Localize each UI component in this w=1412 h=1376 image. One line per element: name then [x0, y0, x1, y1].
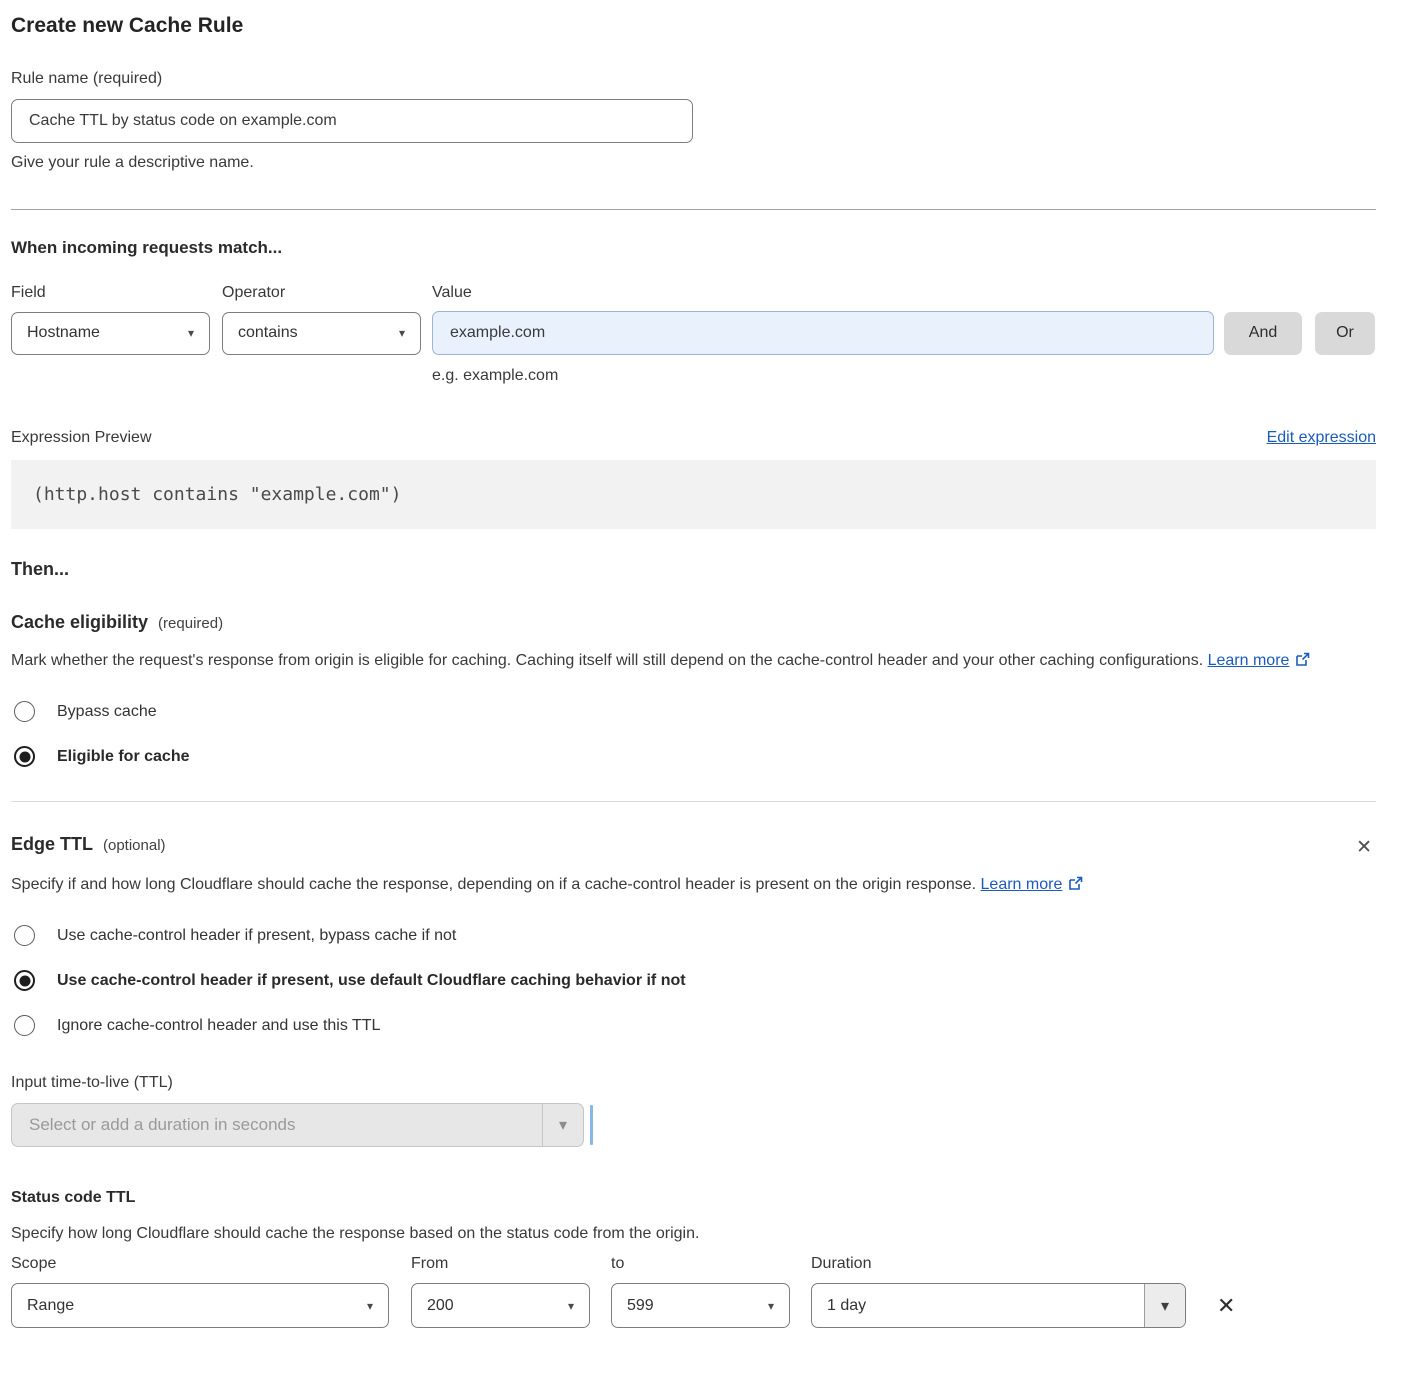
chevron-down-icon: ▾ [399, 327, 405, 339]
chevron-down-icon: ▾ [367, 1300, 373, 1312]
ttl-input-label: Input time-to-live (TTL) [11, 1074, 1376, 1092]
radio-ignore-header[interactable]: Ignore cache-control header and use this… [11, 1015, 1376, 1036]
page-title: Create new Cache Rule [11, 14, 1376, 38]
expression-preview-label: Expression Preview [11, 429, 152, 447]
then-heading: Then... [11, 559, 1376, 580]
operator-select[interactable]: contains ▾ [222, 312, 421, 355]
field-select[interactable]: Hostname ▾ [11, 312, 210, 355]
cache-eligibility-description: Mark whether the request's response from… [11, 647, 1351, 677]
chevron-down-icon: ▾ [542, 1104, 583, 1146]
ttl-duration-select[interactable]: Select or add a duration in seconds ▾ [11, 1103, 584, 1147]
radio-checked-icon[interactable] [14, 970, 35, 991]
delete-row-icon[interactable]: ✕ [1213, 1291, 1239, 1321]
to-label: to [611, 1255, 811, 1273]
field-select-value: Hostname [27, 324, 100, 342]
section-divider [11, 801, 1376, 802]
close-icon[interactable]: ✕ [1352, 834, 1376, 861]
expression-header: Expression Preview Edit expression [11, 429, 1376, 447]
rule-name-value: Cache TTL by status code on example.com [29, 112, 337, 130]
scope-select-value: Range [27, 1297, 74, 1315]
radio-bypass-cache-label: Bypass cache [57, 703, 157, 721]
required-tag: (required) [158, 615, 223, 632]
cache-eligibility-heading: Cache eligibility [11, 612, 148, 633]
radio-icon[interactable] [14, 701, 35, 722]
edit-expression-link[interactable]: Edit expression [1267, 429, 1376, 447]
status-code-ttl-row: Range ▾ 200 ▾ 599 ▾ 1 day ▾ ✕ [11, 1283, 1376, 1328]
match-heading: When incoming requests match... [11, 238, 1376, 258]
external-link-icon [1068, 873, 1083, 901]
radio-ignore-header-label: Ignore cache-control header and use this… [57, 1017, 380, 1035]
and-button[interactable]: And [1224, 312, 1302, 355]
chevron-down-icon: ▾ [568, 1300, 574, 1312]
chevron-down-icon: ▾ [1144, 1284, 1185, 1327]
radio-use-header-bypass[interactable]: Use cache-control header if present, byp… [11, 925, 1376, 946]
learn-more-link[interactable]: Learn more [981, 876, 1063, 893]
rule-name-label: Rule name (required) [11, 70, 1376, 88]
value-input[interactable]: example.com [432, 311, 1214, 355]
field-label: Field [11, 284, 222, 302]
scope-select[interactable]: Range ▾ [11, 1283, 389, 1328]
from-select-value: 200 [427, 1297, 454, 1315]
radio-eligible-for-cache-label: Eligible for cache [57, 748, 189, 766]
learn-more-link[interactable]: Learn more [1208, 652, 1290, 669]
optional-tag: (optional) [103, 837, 166, 854]
from-select[interactable]: 200 ▾ [411, 1283, 590, 1328]
radio-checked-icon[interactable] [14, 746, 35, 767]
value-input-value: example.com [450, 324, 545, 342]
value-helper: e.g. example.com [432, 367, 1376, 385]
operator-label: Operator [222, 284, 432, 302]
to-select-value: 599 [627, 1297, 654, 1315]
edge-ttl-description: Specify if and how long Cloudflare shoul… [11, 871, 1351, 901]
status-labels-row: Scope From to Duration [11, 1255, 1376, 1273]
edge-ttl-heading: Edge TTL [11, 834, 93, 855]
radio-eligible-for-cache[interactable]: Eligible for cache [11, 746, 1376, 767]
status-code-ttl-heading: Status code TTL [11, 1189, 1376, 1207]
or-button[interactable]: Or [1315, 312, 1375, 355]
text-cursor [590, 1105, 593, 1145]
from-label: From [411, 1255, 611, 1273]
cache-eligibility-header: Cache eligibility (required) [11, 612, 1376, 633]
radio-use-header-default-label: Use cache-control header if present, use… [57, 972, 686, 990]
to-select[interactable]: 599 ▾ [611, 1283, 790, 1328]
radio-icon[interactable] [14, 1015, 35, 1036]
edge-ttl-heading-row: Edge TTL (optional) [11, 834, 166, 855]
duration-select[interactable]: 1 day ▾ [811, 1283, 1186, 1328]
edge-ttl-description-text: Specify if and how long Cloudflare shoul… [11, 876, 976, 893]
radio-use-header-default[interactable]: Use cache-control header if present, use… [11, 970, 1376, 991]
radio-bypass-cache[interactable]: Bypass cache [11, 701, 1376, 722]
section-divider [11, 209, 1376, 210]
radio-use-header-bypass-label: Use cache-control header if present, byp… [57, 927, 456, 945]
rule-name-helper: Give your rule a descriptive name. [11, 154, 1376, 172]
radio-icon[interactable] [14, 925, 35, 946]
ttl-combo-wrap: Select or add a duration in seconds ▾ [11, 1103, 1376, 1147]
chevron-down-icon: ▾ [188, 327, 194, 339]
chevron-down-icon: ▾ [768, 1300, 774, 1312]
create-cache-rule-page: Create new Cache Rule Rule name (require… [0, 0, 1412, 1358]
edge-ttl-header: Edge TTL (optional) ✕ [11, 834, 1376, 861]
operator-select-value: contains [238, 324, 298, 342]
scope-label: Scope [11, 1255, 411, 1273]
value-label: Value [432, 284, 472, 302]
duration-select-value: 1 day [812, 1284, 1144, 1327]
status-code-ttl-description: Specify how long Cloudflare should cache… [11, 1225, 1376, 1243]
duration-label: Duration [811, 1255, 871, 1273]
expression-code-block: (http.host contains "example.com") [11, 460, 1376, 529]
rule-name-input[interactable]: Cache TTL by status code on example.com [11, 99, 693, 143]
match-condition-row: Hostname ▾ contains ▾ example.com And Or [11, 311, 1376, 355]
match-labels-row: Field Operator Value [11, 284, 1376, 302]
external-link-icon [1295, 649, 1310, 677]
ttl-duration-placeholder: Select or add a duration in seconds [12, 1104, 542, 1146]
cache-eligibility-description-text: Mark whether the request's response from… [11, 652, 1203, 669]
